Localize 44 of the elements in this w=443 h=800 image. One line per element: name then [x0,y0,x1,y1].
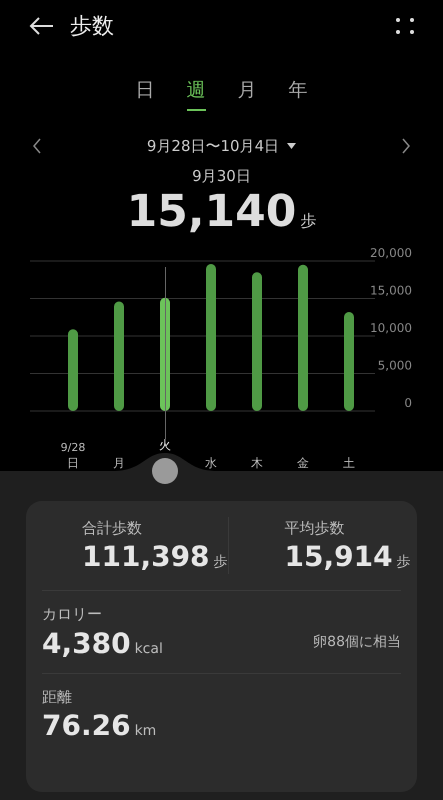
previous-icon[interactable] [32,138,42,154]
stat-value: 15,914 [284,539,393,574]
stat-value: 76.26 [42,708,131,743]
chart-bar[interactable] [114,301,124,410]
x-axis-date-label: 9/28 [60,440,86,454]
calorie-equivalent: 卵88個に相当 [313,632,401,652]
chart-bar[interactable] [344,312,354,410]
chart-bar[interactable] [252,272,262,410]
period-tab[interactable]: 月 [238,76,256,110]
x-axis-label: 火 [159,438,171,452]
stat-unit: km [134,722,156,741]
stat-value: 111,398 [82,539,210,574]
back-icon[interactable] [28,16,54,36]
stat-label: 平均歩数 [284,518,346,538]
x-axis-label: 水 [205,456,217,470]
y-axis-label: 15,000 [370,283,412,297]
page-title: 歩数 [70,12,115,40]
caret-icon [287,142,296,149]
next-icon[interactable] [400,138,411,154]
x-axis-label: 木 [251,456,263,470]
y-axis-label: 10,000 [370,320,412,334]
y-axis-label: 20,000 [370,246,412,260]
x-axis-label: 月 [113,456,125,470]
y-axis-label: 5,000 [378,358,412,372]
chart-bar[interactable] [68,328,78,410]
y-axis-label: 0 [404,396,412,410]
selected-date: 9月30日 [191,166,252,187]
stat-unit: kcal [134,640,163,658]
x-axis-label: 金 [297,456,309,470]
period-tab[interactable]: 年 [288,76,308,110]
stat-label: カロリー [42,604,103,625]
step-count: 15,140 [126,184,296,238]
step-unit: 歩 [300,210,316,232]
stat-unit: 歩 [396,553,411,572]
period-tab[interactable]: 週 [186,76,206,110]
period-tab[interactable]: 日 [136,76,154,110]
stat-label: 距離 [42,686,73,708]
stat-label: 合計歩数 [82,518,143,538]
x-axis-label: 土 [343,456,355,470]
date-range-dropdown[interactable]: 9月28日〜10月4日 [146,134,296,157]
stat-value: 4,380 [42,626,131,660]
x-axis-label: 日 [67,456,79,470]
more-icon[interactable] [395,17,415,35]
stat-unit: 歩 [214,553,228,572]
